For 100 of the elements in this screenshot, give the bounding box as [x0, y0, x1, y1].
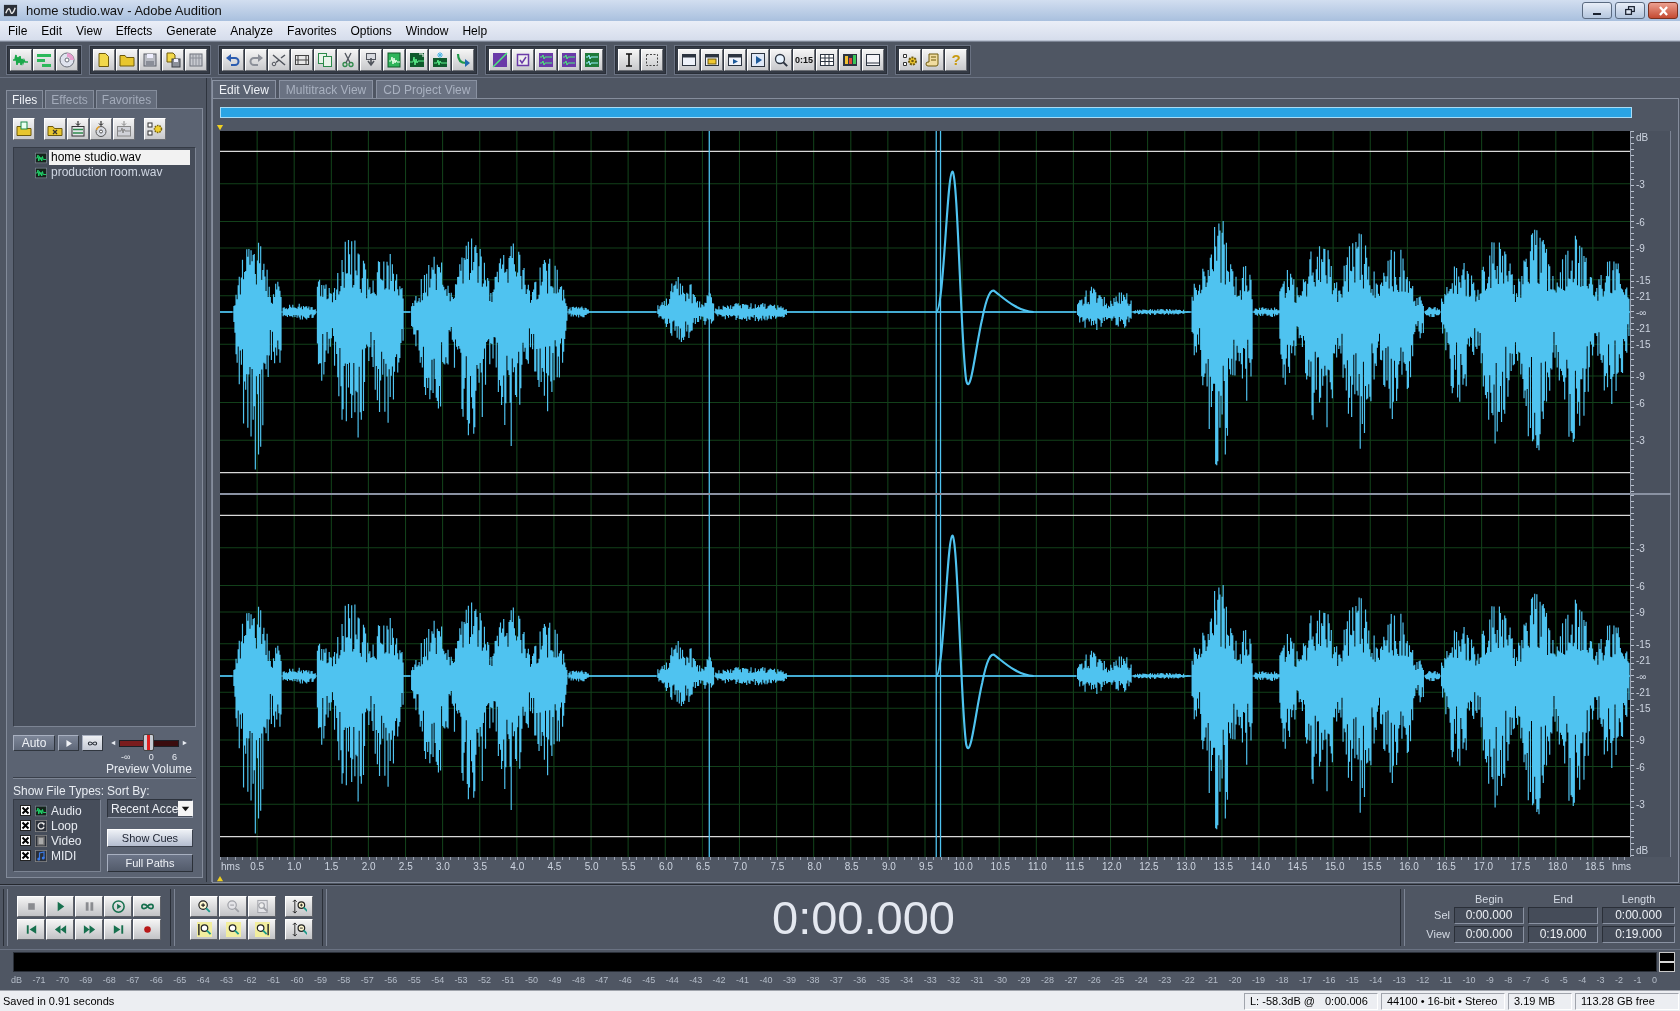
toolbar-button[interactable] [185, 48, 207, 71]
toolbar-button[interactable] [701, 48, 723, 71]
toolbar-button[interactable] [678, 48, 700, 71]
panel-button[interactable]: Show Cues [107, 829, 193, 847]
toolbar-button[interactable] [512, 48, 534, 71]
checkbox[interactable] [20, 820, 31, 831]
restore-button[interactable] [1615, 2, 1645, 19]
checkbox[interactable] [20, 805, 31, 816]
toolbar-button[interactable] [724, 48, 746, 71]
play-small-icon [63, 737, 74, 749]
toolbar-button[interactable] [618, 48, 640, 71]
view-tab[interactable]: Edit View [212, 80, 276, 98]
menu-item[interactable]: Effects [108, 23, 160, 38]
toolbar-button[interactable] [899, 48, 921, 71]
toolbar-button[interactable] [770, 48, 792, 71]
file-panel-button[interactable] [44, 118, 66, 140]
preview-loop-button[interactable] [82, 735, 103, 751]
toolbar-button[interactable] [747, 48, 769, 71]
toolbar-button[interactable] [222, 48, 244, 71]
toolbar-button[interactable] [452, 48, 474, 71]
play-to-end-button[interactable] [104, 895, 132, 917]
menu-item[interactable]: Analyze [223, 23, 281, 38]
toolbar-button[interactable] [360, 48, 382, 71]
record-button[interactable] [133, 918, 161, 940]
toolbar-button[interactable] [383, 48, 405, 71]
meter-scale-label: -2 [1615, 975, 1624, 986]
toolbar-button[interactable] [314, 48, 336, 71]
zoom-out-vertical-button[interactable] [285, 918, 313, 940]
toolbar-button[interactable] [581, 48, 603, 71]
meter-scale-label: -56 [384, 975, 398, 986]
toolbar-button[interactable] [922, 48, 944, 71]
toolbar-button[interactable] [489, 48, 511, 71]
preview-play-button[interactable] [58, 735, 79, 751]
toolbar-button[interactable] [641, 48, 663, 71]
panel-tab[interactable]: Files [6, 90, 44, 108]
list-item[interactable]: home studio.wav [49, 150, 190, 165]
sort-dropdown[interactable]: Recent Acce [107, 799, 193, 818]
go-to-end-button[interactable] [104, 918, 132, 940]
time-field[interactable]: 0:00.000 [1454, 906, 1524, 924]
toolbar-button[interactable] [33, 48, 55, 71]
minimize-button[interactable] [1582, 2, 1612, 19]
toolbar-button[interactable] [816, 48, 838, 71]
toolbar-button[interactable] [268, 48, 290, 71]
overview-scrollbar[interactable] [220, 107, 1632, 118]
time-display-button[interactable]: 0:15 [793, 48, 815, 71]
list-item[interactable]: production room.wav [49, 165, 190, 180]
zoom-in-vertical-button[interactable] [285, 895, 313, 917]
menu-item[interactable]: Help [455, 23, 495, 38]
pause-button[interactable] [75, 895, 103, 917]
toolbar-button[interactable] [406, 48, 428, 71]
rewind-button[interactable] [46, 918, 74, 940]
checkbox[interactable] [20, 850, 31, 861]
db-scale-label: -∞ [1636, 306, 1647, 318]
toolbar-button[interactable] [245, 48, 267, 71]
menu-item[interactable]: Options [343, 23, 399, 38]
toolbar-button[interactable] [291, 48, 313, 71]
play-button[interactable] [46, 895, 74, 917]
menu-item[interactable]: Generate [159, 23, 224, 38]
toolbar-button[interactable] [429, 48, 451, 71]
menu-item[interactable]: File [1, 23, 35, 38]
toolbar-button[interactable] [139, 48, 161, 71]
zoom-to-left-button[interactable] [190, 918, 218, 940]
zoom-in-button[interactable] [190, 895, 218, 917]
clip-indicator[interactable] [1659, 952, 1675, 972]
toolbar-button[interactable] [116, 48, 138, 71]
file-panel-button[interactable] [67, 118, 89, 140]
time-field[interactable]: 0:19.000 [1528, 925, 1598, 943]
toolbar-button[interactable] [93, 48, 115, 71]
toolbar-button[interactable] [162, 48, 184, 71]
zoom-to-selection-button[interactable] [219, 918, 247, 940]
toolbar-button[interactable] [839, 48, 861, 71]
menu-item[interactable]: Edit [34, 23, 70, 38]
zoom-full-button[interactable] [248, 895, 276, 917]
auto-button[interactable]: Auto [13, 735, 55, 751]
panel-button[interactable]: Full Paths [107, 854, 193, 872]
zoom-out-button[interactable] [219, 895, 247, 917]
file-panel-button[interactable] [13, 118, 35, 140]
toolbar-button[interactable] [558, 48, 580, 71]
time-field[interactable]: 0:19.000 [1602, 925, 1675, 943]
time-field[interactable]: 0:00.000 [1602, 906, 1675, 924]
menu-item[interactable]: View [69, 23, 109, 38]
stop-button[interactable] [17, 895, 45, 917]
toolbar-button[interactable] [337, 48, 359, 71]
go-to-start-button[interactable] [17, 918, 45, 940]
time-field[interactable] [1528, 906, 1598, 924]
menu-item[interactable]: Window [398, 23, 456, 38]
toolbar-button[interactable] [10, 48, 32, 71]
toolbar-button[interactable] [56, 48, 78, 71]
toolbar-button[interactable] [535, 48, 557, 71]
zoom-to-right-button[interactable] [248, 918, 276, 940]
close-button[interactable] [1648, 2, 1678, 19]
volume-slider-thumb[interactable] [143, 733, 154, 751]
toolbar-button[interactable] [862, 48, 884, 71]
checkbox[interactable] [20, 835, 31, 846]
db-scale-label: -21 [1636, 290, 1651, 302]
time-field[interactable]: 0:00.000 [1454, 925, 1524, 943]
fast-forward-button[interactable] [75, 918, 103, 940]
file-panel-button[interactable] [144, 118, 166, 140]
loop-play-button[interactable] [133, 895, 161, 917]
menu-item[interactable]: Favorites [280, 23, 344, 38]
